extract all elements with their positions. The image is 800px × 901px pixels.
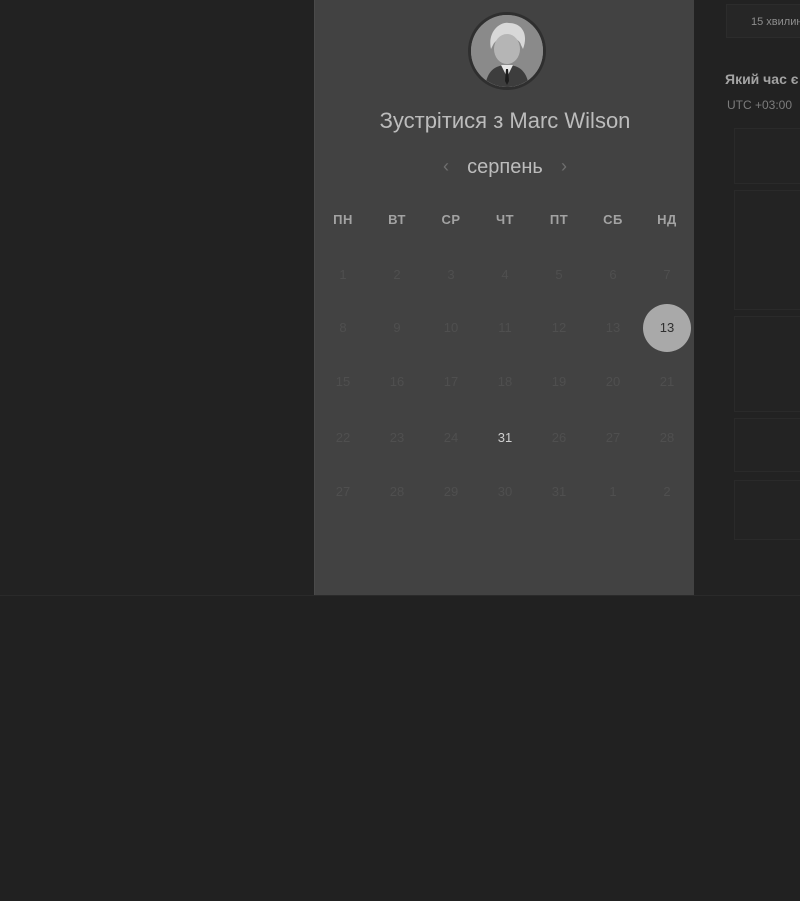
- day-cell: 16: [389, 374, 405, 389]
- weekday-label: ПН: [333, 212, 353, 227]
- day-cell: 4: [501, 267, 509, 282]
- day-cell: 17: [443, 374, 459, 389]
- day-cell: 27: [605, 430, 621, 445]
- weekday-header: ПН ВТ СР ЧТ ПТ СБ НД: [315, 212, 695, 232]
- time-slot[interactable]: [734, 316, 800, 412]
- time-slot[interactable]: [734, 190, 800, 310]
- day-cell: 28: [659, 430, 675, 445]
- page-title: Зустрітися з Marc Wilson: [379, 108, 631, 133]
- day-cell: 30: [497, 484, 513, 499]
- day-cell: 8: [339, 320, 347, 335]
- day-cell: 19: [551, 374, 567, 389]
- available-day[interactable]: 31: [481, 414, 529, 462]
- day-cell: 24: [443, 430, 459, 445]
- day-cell: 1: [339, 267, 347, 282]
- chevron-right-icon[interactable]: ›: [556, 155, 572, 177]
- weekday-label: ВТ: [388, 212, 406, 227]
- month-label: серпень: [467, 156, 543, 178]
- calendar-panel: Зустрітися з Marc Wilson ‹ серпень › ПН В…: [314, 0, 696, 595]
- weekday-label: СБ: [603, 212, 623, 227]
- day-cell: 7: [663, 267, 671, 282]
- weekday-label: НД: [657, 212, 677, 227]
- chevron-left-icon[interactable]: ‹: [438, 155, 454, 177]
- day-cell: 11: [498, 320, 512, 335]
- calendar-grid: 1 2 3 4 5 6 7 8 9 10 11 12 13 13 15 16 17 18 19 20 21 22 23 24 3…: [315, 248, 695, 520]
- day-cell: 3: [447, 267, 455, 282]
- day-cell: 15: [335, 374, 351, 389]
- weekday-label: ПТ: [549, 212, 569, 227]
- day-cell: 2: [393, 267, 401, 282]
- month-navigation: ‹ серпень ›: [315, 152, 695, 182]
- weekday-label: ЧТ: [495, 212, 515, 227]
- selected-day[interactable]: 13: [643, 304, 691, 352]
- day-cell: 27: [335, 484, 351, 499]
- day-cell: 31: [551, 484, 567, 499]
- duration-selector[interactable]: 15 хвилин: [726, 4, 800, 38]
- avatar: [468, 12, 546, 90]
- left-empty-area: [0, 0, 314, 595]
- time-slot[interactable]: [734, 418, 800, 472]
- day-cell: 26: [551, 430, 567, 445]
- day-cell: 13: [605, 320, 621, 335]
- bottom-empty-area: [0, 595, 800, 901]
- day-cell: 6: [609, 267, 617, 282]
- day-cell: 1: [609, 484, 617, 499]
- day-cell: 20: [605, 374, 621, 389]
- time-slot[interactable]: [734, 480, 800, 540]
- day-cell: 9: [393, 320, 401, 335]
- day-cell: 28: [389, 484, 405, 499]
- time-slot[interactable]: [734, 128, 800, 184]
- day-cell: 18: [497, 374, 513, 389]
- weekday-label: СР: [441, 212, 461, 227]
- person-avatar-icon: [471, 15, 543, 87]
- day-cell: 29: [443, 484, 459, 499]
- day-cell: 12: [551, 320, 567, 335]
- day-cell: 10: [443, 320, 459, 335]
- day-cell: 22: [335, 430, 351, 445]
- day-cell: 2: [663, 484, 671, 499]
- time-selection-panel: 15 хвилин Який час є UTC +03:00: [694, 0, 800, 595]
- timezone-question: Який час є: [725, 71, 799, 87]
- timezone-value[interactable]: UTC +03:00: [727, 98, 792, 112]
- day-cell: 21: [659, 374, 675, 389]
- day-cell: 5: [555, 267, 563, 282]
- day-cell: 23: [389, 430, 405, 445]
